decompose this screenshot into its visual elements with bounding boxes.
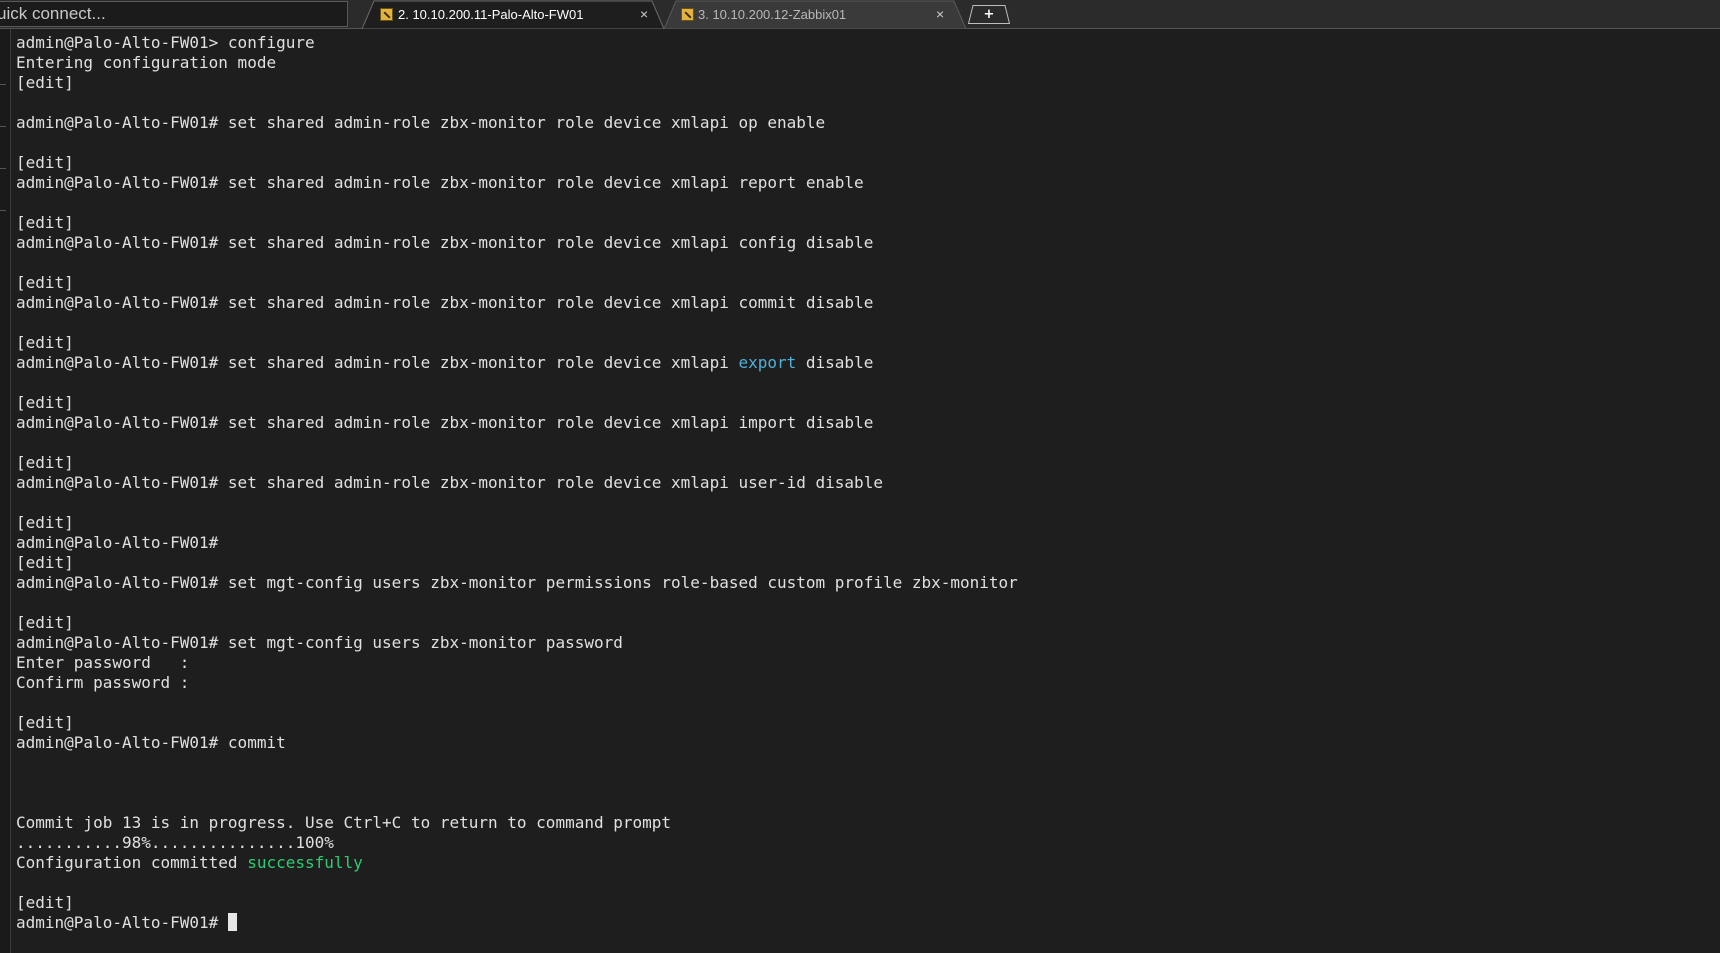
terminal-text: Configuration committed xyxy=(16,853,248,872)
terminal-session-icon xyxy=(681,8,694,21)
terminal-line: [edit] xyxy=(16,893,74,912)
tab-label: 2. 10.10.200.11-Palo-Alto-FW01 xyxy=(398,7,584,22)
terminal-line: [edit] xyxy=(16,73,74,92)
gutter-tick xyxy=(0,168,6,169)
terminal-line: [edit] xyxy=(16,153,74,172)
gutter-tick xyxy=(0,126,6,127)
terminal-line: admin@Palo-Alto-FW01# set shared admin-r… xyxy=(16,113,826,132)
terminal-line: Commit job 13 is in progress. Use Ctrl+C… xyxy=(16,813,672,832)
terminal-line: [edit] xyxy=(16,213,74,232)
terminal-output[interactable]: admin@Palo-Alto-FW01> configure Entering … xyxy=(16,33,1716,951)
terminal-line: Confirm password : xyxy=(16,673,190,692)
terminal-line: [edit] xyxy=(16,713,74,732)
close-tab-icon[interactable]: × xyxy=(936,0,944,29)
terminal-line: admin@Palo-Alto-FW01# set shared admin-r… xyxy=(16,473,883,492)
close-tab-icon[interactable]: × xyxy=(640,0,648,29)
terminal-line: admin@Palo-Alto-FW01# set shared admin-r… xyxy=(16,233,874,252)
terminal-line: admin@Palo-Alto-FW01# xyxy=(16,533,219,552)
terminal-line: Enter password : xyxy=(16,653,190,672)
terminal-line: Entering configuration mode xyxy=(16,53,277,72)
gutter-tick xyxy=(0,84,6,85)
terminal-line: admin@Palo-Alto-FW01# set shared admin-r… xyxy=(16,293,874,312)
terminal-line: [edit] xyxy=(16,553,74,572)
tab-zabbix01[interactable]: 3. 10.10.200.12-Zabbix01 × xyxy=(664,0,966,29)
left-gutter xyxy=(0,29,11,953)
terminal-line: Configuration committed successfully xyxy=(16,853,1716,873)
text-cursor xyxy=(227,913,237,931)
terminal-line: admin@Palo-Alto-FW01# set shared admin-r… xyxy=(16,173,864,192)
terminal-line: [edit] xyxy=(16,273,74,292)
highlighted-keyword: export xyxy=(738,353,797,372)
quick-connect-placeholder: uick connect... xyxy=(0,4,106,23)
tab-label: 3. 10.10.200.12-Zabbix01 xyxy=(698,7,847,22)
gutter-tick xyxy=(0,210,6,211)
terminal-line: admin@Palo-Alto-FW01# commit xyxy=(16,733,286,752)
terminal-line: admin@Palo-Alto-FW01# set shared admin-r… xyxy=(16,353,1716,373)
terminal-line: admin@Palo-Alto-FW01# set mgt-config use… xyxy=(16,633,623,652)
terminal-session-icon xyxy=(380,8,393,21)
terminal-text: disable xyxy=(796,353,874,372)
terminal-line: admin@Palo-Alto-FW01# set mgt-config use… xyxy=(16,573,1018,592)
tab-bar: uick connect... 2. 10.10.200.11-Palo-Alt… xyxy=(0,0,1720,29)
terminal-line: [edit] xyxy=(16,453,74,472)
terminal-line: [edit] xyxy=(16,333,74,352)
terminal-line: admin@Palo-Alto-FW01# xyxy=(16,913,1716,933)
terminal-text: admin@Palo-Alto-FW01# xyxy=(16,913,228,932)
terminal-line: [edit] xyxy=(16,613,74,632)
new-tab-button[interactable]: + xyxy=(968,5,1010,24)
terminal-line: [edit] xyxy=(16,393,74,412)
terminal-line: admin@Palo-Alto-FW01# set shared admin-r… xyxy=(16,413,874,432)
terminal-line: [edit] xyxy=(16,513,74,532)
tab-palo-alto-fw01[interactable]: 2. 10.10.200.11-Palo-Alto-FW01 × xyxy=(362,0,664,29)
terminal-text: admin@Palo-Alto-FW01# set shared admin-r… xyxy=(16,353,739,372)
terminal-line: ...........98%...............100% xyxy=(16,833,334,852)
highlighted-keyword: successfully xyxy=(247,853,363,872)
terminal-line: admin@Palo-Alto-FW01> configure xyxy=(16,33,315,52)
plus-icon: + xyxy=(983,7,995,22)
quick-connect-input[interactable]: uick connect... xyxy=(0,1,348,27)
